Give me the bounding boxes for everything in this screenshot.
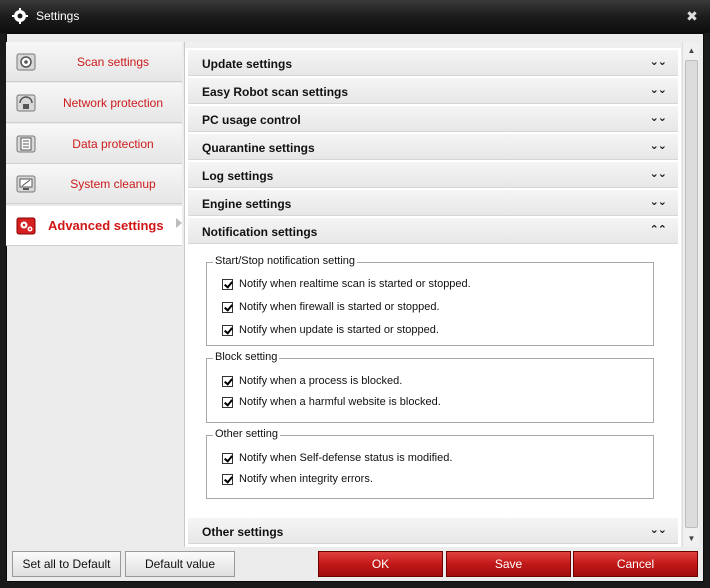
section-quarantine-settings[interactable]: Quarantine settings ⌄⌄ bbox=[188, 134, 678, 160]
checkbox[interactable] bbox=[222, 279, 233, 290]
option-label: Notify when update is started or stopped… bbox=[239, 324, 439, 336]
section-update-settings[interactable]: Update settings ⌄⌄ bbox=[188, 50, 678, 76]
chevron-down-icon[interactable]: ⌄⌄ bbox=[650, 111, 667, 124]
section-notification-settings[interactable]: Notification settings ⌃⌃ bbox=[188, 218, 678, 244]
document-icon bbox=[16, 135, 36, 153]
section-label: Quarantine settings bbox=[202, 141, 315, 155]
close-icon[interactable]: ✖ bbox=[684, 8, 700, 24]
settings-panel: Update settings ⌄⌄ Easy Robot scan setti… bbox=[184, 42, 681, 547]
section-label: Engine settings bbox=[202, 197, 292, 211]
sidebar-item-scan-settings[interactable]: Scan settings bbox=[6, 42, 182, 82]
sidebar-item-advanced-settings[interactable]: Advanced settings bbox=[6, 206, 182, 246]
group-legend: Other setting bbox=[213, 428, 280, 440]
section-header-partial bbox=[185, 42, 681, 48]
gears-icon bbox=[16, 217, 36, 235]
sidebar-item-label: Scan settings bbox=[76, 55, 150, 69]
group-block-setting: Block setting Notify when a process is b… bbox=[206, 351, 654, 423]
sidebar-item-network-protection[interactable]: Network protection bbox=[6, 83, 182, 123]
chevron-down-icon[interactable]: ⌄⌄ bbox=[650, 523, 667, 536]
checkbox[interactable] bbox=[222, 397, 233, 408]
sidebar-item-label: Advanced settings bbox=[48, 218, 164, 233]
chevron-down-icon[interactable]: ⌄⌄ bbox=[650, 139, 667, 152]
chevron-up-icon[interactable]: ⌃⌃ bbox=[650, 223, 667, 236]
option-label: Notify when Self-defense status is modif… bbox=[239, 452, 453, 464]
chevron-down-icon[interactable]: ⌄⌄ bbox=[650, 83, 667, 96]
checkbox[interactable] bbox=[222, 376, 233, 387]
scroll-up-icon[interactable]: ▲ bbox=[683, 42, 700, 59]
section-log-settings[interactable]: Log settings ⌄⌄ bbox=[188, 162, 678, 188]
option-label: Notify when realtime scan is started or … bbox=[239, 278, 471, 290]
sidebar: Scan settings Network protection Data pr… bbox=[6, 42, 182, 246]
section-pc-usage-control[interactable]: PC usage control ⌄⌄ bbox=[188, 106, 678, 132]
window-title: Settings bbox=[36, 9, 80, 23]
section-easy-robot-scan-settings[interactable]: Easy Robot scan settings ⌄⌄ bbox=[188, 78, 678, 104]
scrollbar-thumb[interactable] bbox=[685, 60, 698, 528]
set-all-default-button[interactable]: Set all to Default bbox=[12, 551, 121, 577]
section-other-settings[interactable]: Other settings ⌄⌄ bbox=[188, 518, 678, 544]
option-label: Notify when integrity errors. bbox=[239, 473, 373, 485]
section-engine-settings[interactable]: Engine settings ⌄⌄ bbox=[188, 190, 678, 216]
group-other-setting: Other setting Notify when Self-defense s… bbox=[206, 428, 654, 499]
scroll-down-icon[interactable]: ▼ bbox=[683, 530, 700, 547]
option-label: Notify when a harmful website is blocked… bbox=[239, 396, 441, 408]
option-label: Notify when a process is blocked. bbox=[239, 375, 403, 387]
active-indicator-icon bbox=[176, 218, 182, 228]
section-label: Log settings bbox=[202, 169, 274, 183]
chevron-down-icon[interactable]: ⌄⌄ bbox=[650, 55, 667, 68]
chevron-down-icon[interactable]: ⌄⌄ bbox=[650, 195, 667, 208]
group-legend: Block setting bbox=[213, 351, 280, 363]
section-label: Notification settings bbox=[202, 225, 318, 239]
sidebar-item-label: System cleanup bbox=[70, 177, 156, 191]
group-start-stop-notification: Start/Stop notification setting Notify w… bbox=[206, 255, 654, 346]
sidebar-item-data-protection[interactable]: Data protection bbox=[6, 124, 182, 164]
gear-icon bbox=[12, 8, 28, 24]
sidebar-item-label: Data protection bbox=[72, 137, 154, 151]
checkbox[interactable] bbox=[222, 474, 233, 485]
gear-icon bbox=[16, 53, 36, 71]
group-legend: Start/Stop notification setting bbox=[213, 255, 358, 267]
section-label: PC usage control bbox=[202, 113, 301, 127]
option-label: Notify when firewall is started or stopp… bbox=[239, 301, 440, 313]
chevron-down-icon[interactable]: ⌄⌄ bbox=[650, 167, 667, 180]
title-bar: Settings ✖ bbox=[0, 0, 710, 33]
section-label: Update settings bbox=[202, 57, 293, 71]
sidebar-item-system-cleanup[interactable]: System cleanup bbox=[6, 164, 182, 204]
sidebar-item-label: Network protection bbox=[62, 96, 164, 110]
checkbox[interactable] bbox=[222, 453, 233, 464]
vertical-scrollbar[interactable]: ▲ ▼ bbox=[682, 42, 699, 547]
network-icon bbox=[16, 94, 36, 112]
checkbox[interactable] bbox=[222, 302, 233, 313]
save-button[interactable]: Save bbox=[446, 551, 571, 577]
default-value-button[interactable]: Default value bbox=[125, 551, 235, 577]
checkbox[interactable] bbox=[222, 325, 233, 336]
ok-button[interactable]: OK bbox=[318, 551, 443, 577]
cancel-button[interactable]: Cancel bbox=[573, 551, 698, 577]
section-label: Other settings bbox=[202, 525, 284, 539]
section-label: Easy Robot scan settings bbox=[202, 85, 349, 99]
monitor-icon bbox=[16, 175, 36, 193]
